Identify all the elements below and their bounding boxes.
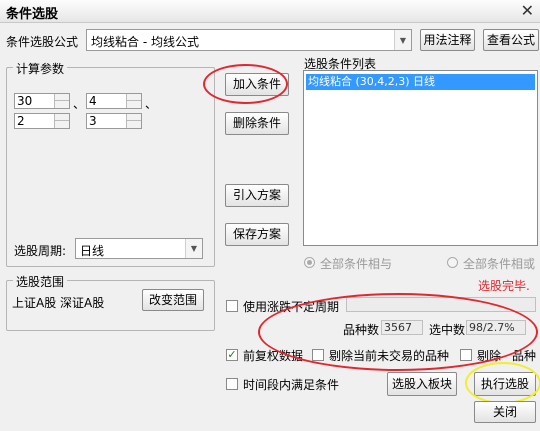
undetermined-period-field[interactable] — [346, 297, 536, 312]
range-value: 上证A股 深证A股 — [12, 296, 105, 310]
params-group-title: 计算参数 — [13, 60, 68, 77]
save-scheme-button[interactable]: 保存方案 — [225, 223, 289, 246]
selected-label: 选中数 — [429, 323, 466, 337]
selected-value: 98/2.7% — [466, 320, 526, 335]
undetermined-period-checkbox[interactable] — [226, 300, 238, 312]
chevron-down-icon[interactable]: ▼ — [185, 239, 202, 258]
param-input-1[interactable]: 30 — [14, 93, 70, 109]
title-bar: 条件选股 ✕ — [0, 0, 540, 23]
view-formula-button[interactable]: 查看公式 — [483, 29, 539, 51]
range-group-title: 选股范围 — [13, 273, 68, 290]
param-value-3: 2 — [17, 114, 25, 128]
spinner-icon[interactable] — [126, 94, 141, 108]
import-scheme-button[interactable]: 引入方案 — [225, 184, 289, 207]
param-value-4: 3 — [89, 114, 97, 128]
exclude-partial-checkbox[interactable] — [460, 349, 472, 361]
exclude-partial-label: 剔除 — [477, 349, 502, 363]
execute-selection-button[interactable]: 执行选股 — [474, 372, 536, 396]
forward-adjust-label: 前复权数据 — [243, 349, 304, 363]
param-separator: 、 — [145, 97, 158, 111]
period-select[interactable]: 日线 ▼ — [75, 238, 203, 259]
forward-adjust-checkbox[interactable]: ✓ — [226, 349, 238, 361]
close-button[interactable]: 关闭 — [474, 401, 536, 423]
formula-label: 条件选股公式 — [6, 35, 79, 49]
param-input-3[interactable]: 2 — [14, 113, 70, 129]
status-text: 选股完毕. — [478, 279, 530, 293]
and-radio[interactable] — [304, 257, 315, 268]
exclude-partial-label-tail: 品种 — [512, 349, 537, 363]
param-value-1: 30 — [17, 94, 33, 108]
spinner-icon[interactable] — [54, 114, 69, 128]
and-radio-label: 全部条件相与 — [320, 257, 393, 271]
exclude-untraded-checkbox[interactable] — [312, 349, 324, 361]
conditions-list-item[interactable]: 均线粘合 (30,4,2,3) 日线 — [306, 74, 535, 90]
count-value: 3567 — [381, 320, 423, 335]
or-radio[interactable] — [447, 257, 458, 268]
window-title: 条件选股 — [6, 7, 59, 22]
close-icon[interactable]: ✕ — [521, 1, 534, 20]
formula-select[interactable]: 均线粘合 - 均线公式 ▼ — [86, 29, 412, 51]
param-input-2[interactable]: 4 — [86, 93, 142, 109]
spinner-icon[interactable] — [126, 114, 141, 128]
undetermined-period-label: 使用涨跌不定周期 — [243, 300, 340, 314]
formula-select-value: 均线粘合 - 均线公式 — [91, 35, 199, 49]
chevron-down-icon[interactable]: ▼ — [394, 30, 411, 50]
conditions-list[interactable]: 均线粘合 (30,4,2,3) 日线 — [303, 70, 538, 246]
change-range-button[interactable]: 改变范围 — [142, 289, 204, 311]
spinner-icon[interactable] — [54, 94, 69, 108]
time-segment-label: 时间段内满足条件 — [243, 378, 340, 392]
param-input-4[interactable]: 3 — [86, 113, 142, 129]
period-label: 选股周期: — [14, 244, 67, 258]
or-radio-label: 全部条件相或 — [463, 257, 536, 271]
period-select-value: 日线 — [80, 244, 105, 258]
add-condition-button[interactable]: 加入条件 — [225, 73, 289, 96]
save-to-block-button[interactable]: 选股入板块 — [387, 372, 457, 396]
condition-stock-selection-dialog: 条件选股 ✕ 条件选股公式 均线粘合 - 均线公式 ▼ 用法注释 查看公式 计算… — [0, 0, 540, 431]
usage-notes-button[interactable]: 用法注释 — [420, 29, 475, 51]
time-segment-checkbox[interactable] — [226, 378, 238, 390]
exclude-untraded-label: 剔除当前未交易的品种 — [329, 349, 450, 363]
delete-condition-button[interactable]: 删除条件 — [225, 112, 289, 135]
param-separator: 、 — [73, 97, 86, 111]
count-label: 品种数 — [343, 323, 380, 337]
param-value-2: 4 — [89, 94, 97, 108]
